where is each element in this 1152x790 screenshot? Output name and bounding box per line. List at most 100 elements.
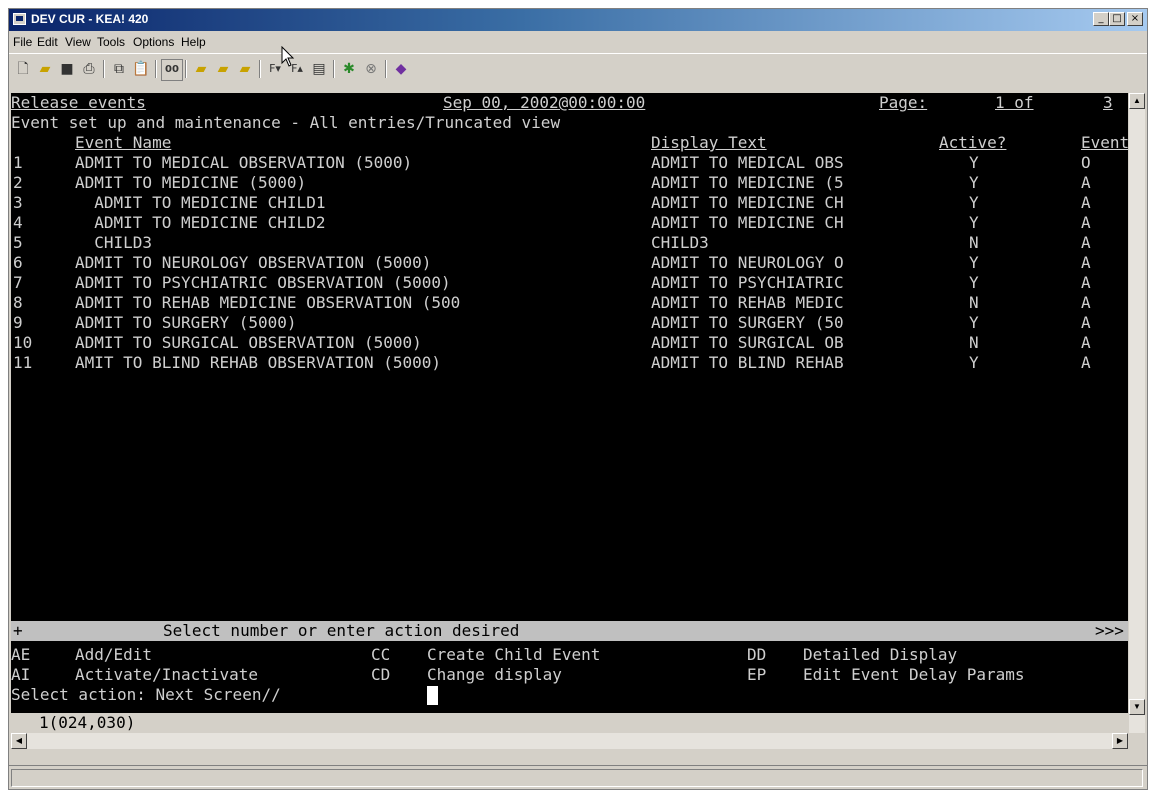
row-number: 10 [13, 333, 33, 352]
action-label[interactable]: Change display [427, 665, 562, 685]
table-row[interactable]: 6 ADMIT TO NEUROLOGY OBSERVATION (5000) AD… [11, 253, 1128, 273]
minimize-button[interactable]: _ [1093, 12, 1109, 26]
row-number: 9 [13, 313, 23, 332]
menu-tools[interactable]: Tools [97, 35, 125, 49]
col-active: Active? [939, 133, 1007, 152]
active-flag: Y [969, 253, 979, 272]
action-code[interactable]: DD [747, 645, 766, 665]
table-row[interactable]: 11 AMIT TO BLIND REHAB OBSERVATION (5000)… [11, 353, 1128, 373]
new-icon[interactable]: 🗋 [13, 59, 33, 79]
menu-options[interactable]: Options [133, 35, 174, 49]
active-flag: Y [969, 313, 979, 332]
display-text: CHILD3 [651, 233, 709, 252]
app-icon [13, 13, 26, 25]
event-name: AMIT TO BLIND REHAB OBSERVATION (5000) [75, 353, 442, 372]
toolbar-separator [185, 60, 187, 78]
keyboard-icon[interactable]: ▤ [309, 59, 329, 79]
event-name: ADMIT TO MEDICINE CHILD1 [75, 193, 326, 212]
active-flag: Y [969, 213, 979, 232]
paste-icon[interactable]: 📋 [131, 59, 151, 79]
toolbar-separator [103, 60, 105, 78]
terminal-screen[interactable]: Release events Sep 00, 2002@00:00:00 Pag… [11, 93, 1128, 733]
table-row[interactable]: 9 ADMIT TO SURGERY (5000) ADMIT TO SURGERY… [11, 313, 1128, 333]
col-event: Event [1081, 133, 1128, 152]
horizontal-scrollbar[interactable]: ◀ ▶ [11, 733, 1128, 749]
folder-a-icon[interactable]: ▰ [191, 59, 211, 79]
toolbar-separator [385, 60, 387, 78]
prompt-text: Select number or enter action desired [163, 621, 520, 640]
table-row[interactable]: 1 ADMIT TO MEDICAL OBSERVATION (5000) ADMI… [11, 153, 1128, 173]
select-action-line: Select action: Next Screen// [11, 685, 1128, 705]
active-flag: N [969, 333, 979, 352]
action-code[interactable]: AE [11, 645, 30, 665]
screen-date: Sep 00, 2002@00:00:00 [443, 93, 646, 112]
action-code[interactable]: CC [371, 645, 390, 665]
table-row[interactable]: 2 ADMIT TO MEDICINE (5000) ADMIT TO MEDICI… [11, 173, 1128, 193]
display-text: ADMIT TO REHAB MEDIC [651, 293, 844, 312]
close-button[interactable]: × [1127, 12, 1143, 26]
display-text: ADMIT TO MEDICINE (5 [651, 173, 844, 192]
event-type: A [1081, 313, 1091, 332]
action-code[interactable]: EP [747, 665, 766, 685]
scroll-up-icon[interactable]: ▲ [1129, 93, 1145, 109]
save-icon[interactable]: ■ [57, 59, 77, 79]
action-label[interactable]: Edit Event Delay Params [803, 665, 1025, 685]
table-row[interactable]: 10 ADMIT TO SURGICAL OBSERVATION (5000) AD… [11, 333, 1128, 353]
row-number: 8 [13, 293, 23, 312]
event-name: ADMIT TO NEUROLOGY OBSERVATION (5000) [75, 253, 432, 272]
scroll-right-icon[interactable]: ▶ [1112, 733, 1128, 749]
action-label[interactable]: Detailed Display [803, 645, 957, 665]
action-code[interactable]: AI [11, 665, 30, 685]
table-row[interactable]: 3 ADMIT TO MEDICINE CHILD1 ADMIT TO MEDIC… [11, 193, 1128, 213]
menu-file[interactable]: File [13, 35, 32, 49]
title-bar[interactable]: DEV CUR - KEA! 420 _ □ × [9, 9, 1147, 31]
screen-subtitle: Event set up and maintenance - All entri… [11, 113, 561, 132]
maximize-button[interactable]: □ [1109, 12, 1125, 26]
status-panel [11, 769, 1143, 787]
vertical-scrollbar[interactable]: ▲ ▼ [1129, 93, 1145, 733]
menu-edit[interactable]: Edit [37, 35, 58, 49]
display-text: ADMIT TO PSYCHIATRIC [651, 273, 844, 292]
table-row[interactable]: 5 CHILD3 CHILD3 N A [11, 233, 1128, 253]
book-icon[interactable]: ◆ [391, 59, 411, 79]
traffic-light-icon[interactable]: ✱ [339, 59, 359, 79]
action-label[interactable]: Create Child Event [427, 645, 600, 665]
print-icon[interactable]: ⎙ [79, 59, 99, 79]
cursor-position: 1(024,030) [39, 713, 136, 732]
scroll-left-icon[interactable]: ◀ [11, 733, 27, 749]
row-number: 1 [13, 153, 23, 172]
folder-c-icon[interactable]: ▰ [235, 59, 255, 79]
open-icon[interactable]: ▰ [35, 59, 55, 79]
action-label[interactable]: Activate/Inactivate [75, 665, 258, 685]
display-text: ADMIT TO SURGERY (50 [651, 313, 844, 332]
table-row[interactable]: 8 ADMIT TO REHAB MEDICINE OBSERVATION (50… [11, 293, 1128, 313]
event-type: A [1081, 213, 1091, 232]
row-number: 11 [13, 353, 33, 372]
active-flag: Y [969, 173, 979, 192]
capture-icon[interactable]: 00 [161, 59, 183, 81]
row-number: 4 [13, 213, 23, 232]
menu-view[interactable]: View [65, 35, 91, 49]
row-number: 6 [13, 253, 23, 272]
text-cursor[interactable] [427, 686, 438, 705]
action-code[interactable]: CD [371, 665, 390, 685]
copy-icon[interactable]: ⧉ [109, 59, 129, 79]
page-total: 3 [1103, 93, 1113, 112]
row-number: 5 [13, 233, 23, 252]
prompt-plus: + [13, 621, 23, 640]
event-type: A [1081, 273, 1091, 292]
scroll-down-icon[interactable]: ▼ [1129, 699, 1145, 715]
event-type: A [1081, 233, 1091, 252]
screen-title: Release events [11, 93, 146, 112]
event-type: A [1081, 173, 1091, 192]
event-type: A [1081, 253, 1091, 272]
table-row[interactable]: 7 ADMIT TO PSYCHIATRIC OBSERVATION (5000)… [11, 273, 1128, 293]
toolbar: 🗋 ▰ ■ ⎙ ⧉ 📋 00 ▰ ▰ ▰ F▾ F▴ ▤ ✱ ⊗ ◆ [9, 53, 1147, 83]
folder-b-icon[interactable]: ▰ [213, 59, 233, 79]
menu-help[interactable]: Help [181, 35, 206, 49]
action-label[interactable]: Add/Edit [75, 645, 152, 665]
event-name: ADMIT TO PSYCHIATRIC OBSERVATION (5000) [75, 273, 451, 292]
table-row[interactable]: 4 ADMIT TO MEDICINE CHILD2 ADMIT TO MEDIC… [11, 213, 1128, 233]
stop-icon[interactable]: ⊗ [361, 59, 381, 79]
active-flag: N [969, 233, 979, 252]
